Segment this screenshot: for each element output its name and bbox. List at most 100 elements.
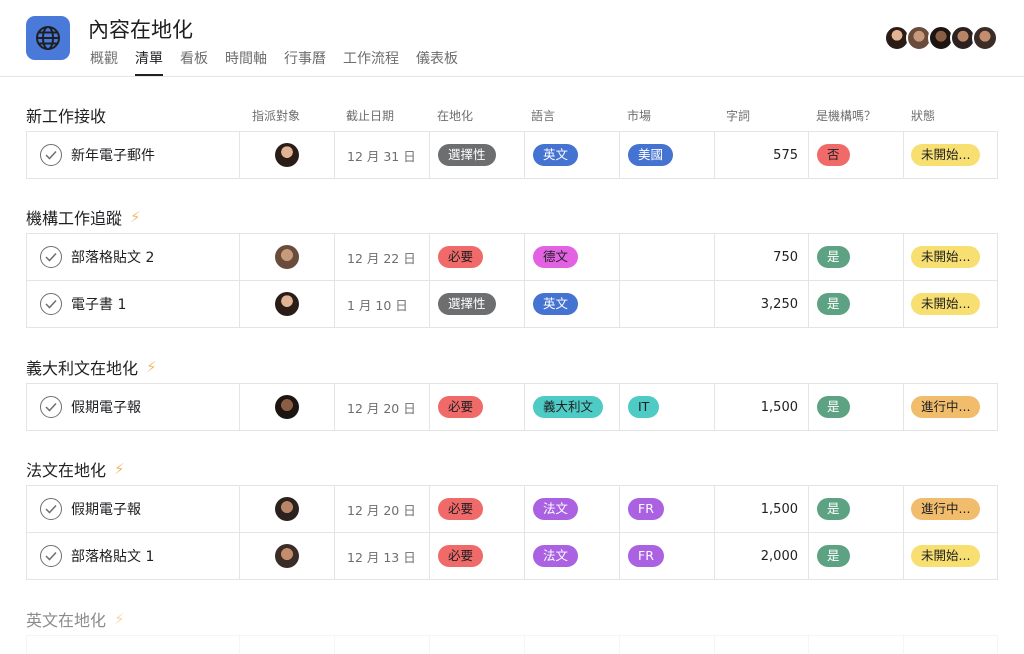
due-date[interactable]: [335, 636, 430, 654]
column-header-market[interactable]: 市場: [627, 107, 651, 124]
localization-cell[interactable]: 選擇性: [430, 132, 525, 178]
table-row[interactable]: [27, 636, 997, 654]
status-cell[interactable]: 未開始...: [904, 234, 999, 280]
localization-cell[interactable]: 必要: [430, 384, 525, 430]
due-date[interactable]: 12 月 31 日: [335, 132, 430, 178]
market-cell[interactable]: [620, 234, 715, 280]
project-title[interactable]: 內容在地化: [88, 14, 193, 44]
table-row[interactable]: 新年電子郵件 12 月 31 日 選擇性 英文 美國 575 否 未開始...: [27, 132, 997, 179]
agency-cell[interactable]: 是: [809, 281, 904, 327]
task-name-cell[interactable]: 假期電子報: [27, 384, 240, 430]
column-header-due-date[interactable]: 截止日期: [346, 107, 394, 124]
column-header-words[interactable]: 字詞: [726, 107, 750, 124]
table-row[interactable]: 假期電子報 12 月 20 日 必要 法文 FR 1,500 是 進行中...: [27, 486, 997, 533]
lightning-bolt-icon[interactable]: ⚡: [130, 208, 141, 226]
table-row[interactable]: 部落格貼文 1 12 月 13 日 必要 法文 FR 2,000 是 未開始..…: [27, 533, 997, 580]
language-cell[interactable]: 法文: [525, 533, 620, 579]
task-name-cell[interactable]: 部落格貼文 2: [27, 234, 240, 280]
tab-dashboard[interactable]: 儀表板: [416, 48, 458, 76]
due-date[interactable]: 12 月 20 日: [335, 384, 430, 430]
word-count[interactable]: [715, 636, 809, 654]
column-header-language[interactable]: 語言: [531, 107, 555, 124]
status-cell[interactable]: 未開始...: [904, 533, 999, 579]
word-count[interactable]: 1,500: [715, 486, 809, 532]
table-row[interactable]: 假期電子報 12 月 20 日 必要 義大利文 IT 1,500 是 進行中..…: [27, 384, 997, 431]
localization-cell[interactable]: 選擇性: [430, 281, 525, 327]
localization-cell[interactable]: 必要: [430, 533, 525, 579]
assignee-cell[interactable]: [240, 636, 335, 654]
tab-list[interactable]: 清單: [135, 48, 163, 76]
market-cell[interactable]: [620, 281, 715, 327]
column-header-is-agency[interactable]: 是機構嗎？: [816, 107, 876, 124]
due-date[interactable]: 12 月 13 日: [335, 533, 430, 579]
task-name-cell[interactable]: 新年電子郵件: [27, 132, 240, 178]
word-count[interactable]: 1,500: [715, 384, 809, 430]
check-circle-icon[interactable]: [40, 498, 62, 520]
task-name-cell[interactable]: 假期電子報: [27, 486, 240, 532]
tab-overview[interactable]: 概觀: [90, 48, 118, 76]
assignee-cell[interactable]: [240, 281, 335, 327]
assignee-cell[interactable]: [240, 486, 335, 532]
word-count[interactable]: 3,250: [715, 281, 809, 327]
check-circle-icon[interactable]: [40, 396, 62, 418]
assignee-cell[interactable]: [240, 234, 335, 280]
agency-cell[interactable]: 是: [809, 486, 904, 532]
language-cell[interactable]: [525, 636, 620, 654]
due-date[interactable]: 12 月 20 日: [335, 486, 430, 532]
task-name-cell[interactable]: 電子書 1: [27, 281, 240, 327]
table-row[interactable]: 電子書 1 1 月 10 日 選擇性 英文 3,250 是 未開始...: [27, 281, 997, 328]
check-circle-icon[interactable]: [40, 246, 62, 268]
word-count[interactable]: 575: [715, 132, 809, 178]
project-members[interactable]: [884, 25, 998, 51]
language-cell[interactable]: 英文: [525, 132, 620, 178]
market-cell[interactable]: FR: [620, 486, 715, 532]
localization-cell[interactable]: 必要: [430, 486, 525, 532]
localization-cell[interactable]: [430, 636, 525, 654]
language-cell[interactable]: 英文: [525, 281, 620, 327]
task-name-cell[interactable]: 部落格貼文 1: [27, 533, 240, 579]
tab-timeline[interactable]: 時間軸: [225, 48, 267, 76]
word-count[interactable]: 2,000: [715, 533, 809, 579]
due-date[interactable]: 12 月 22 日: [335, 234, 430, 280]
check-circle-icon[interactable]: [40, 293, 62, 315]
lightning-bolt-icon[interactable]: ⚡: [114, 460, 125, 478]
column-header-localization[interactable]: 在地化: [437, 107, 473, 124]
agency-cell[interactable]: 否: [809, 132, 904, 178]
status-cell[interactable]: 進行中...: [904, 486, 999, 532]
check-circle-icon[interactable]: [40, 144, 62, 166]
market-cell[interactable]: [620, 636, 715, 654]
market-cell[interactable]: FR: [620, 533, 715, 579]
tab-board[interactable]: 看板: [180, 48, 208, 76]
market-cell[interactable]: 美國: [620, 132, 715, 178]
localization-cell[interactable]: 必要: [430, 234, 525, 280]
language-cell[interactable]: 義大利文: [525, 384, 620, 430]
agency-cell[interactable]: [809, 636, 904, 654]
word-count[interactable]: 750: [715, 234, 809, 280]
status-cell[interactable]: [904, 636, 999, 654]
assignee-cell[interactable]: [240, 384, 335, 430]
market-cell[interactable]: IT: [620, 384, 715, 430]
section-title[interactable]: 法文在地化 ⚡: [26, 457, 125, 481]
avatar[interactable]: [972, 25, 998, 51]
agency-cell[interactable]: 是: [809, 234, 904, 280]
section-title[interactable]: 新工作接收: [26, 103, 106, 127]
language-cell[interactable]: 法文: [525, 486, 620, 532]
section-title[interactable]: 義大利文在地化 ⚡: [26, 355, 157, 379]
table-row[interactable]: 部落格貼文 2 12 月 22 日 必要 德文 750 是 未開始...: [27, 234, 997, 281]
section-title[interactable]: 英文在地化 ⚡: [26, 607, 125, 631]
tab-workflow[interactable]: 工作流程: [343, 48, 399, 76]
due-date[interactable]: 1 月 10 日: [335, 281, 430, 327]
section-title[interactable]: 機構工作追蹤 ⚡: [26, 205, 141, 229]
column-header-status[interactable]: 狀態: [911, 107, 935, 124]
agency-cell[interactable]: 是: [809, 384, 904, 430]
lightning-bolt-icon[interactable]: ⚡: [114, 610, 125, 628]
assignee-cell[interactable]: [240, 533, 335, 579]
tab-calendar[interactable]: 行事曆: [284, 48, 326, 76]
status-cell[interactable]: 未開始...: [904, 132, 999, 178]
agency-cell[interactable]: 是: [809, 533, 904, 579]
status-cell[interactable]: 進行中...: [904, 384, 999, 430]
language-cell[interactable]: 德文: [525, 234, 620, 280]
task-name-cell[interactable]: [27, 636, 240, 654]
column-header-assignee[interactable]: 指派對象: [252, 107, 300, 124]
globe-icon[interactable]: [26, 16, 70, 60]
